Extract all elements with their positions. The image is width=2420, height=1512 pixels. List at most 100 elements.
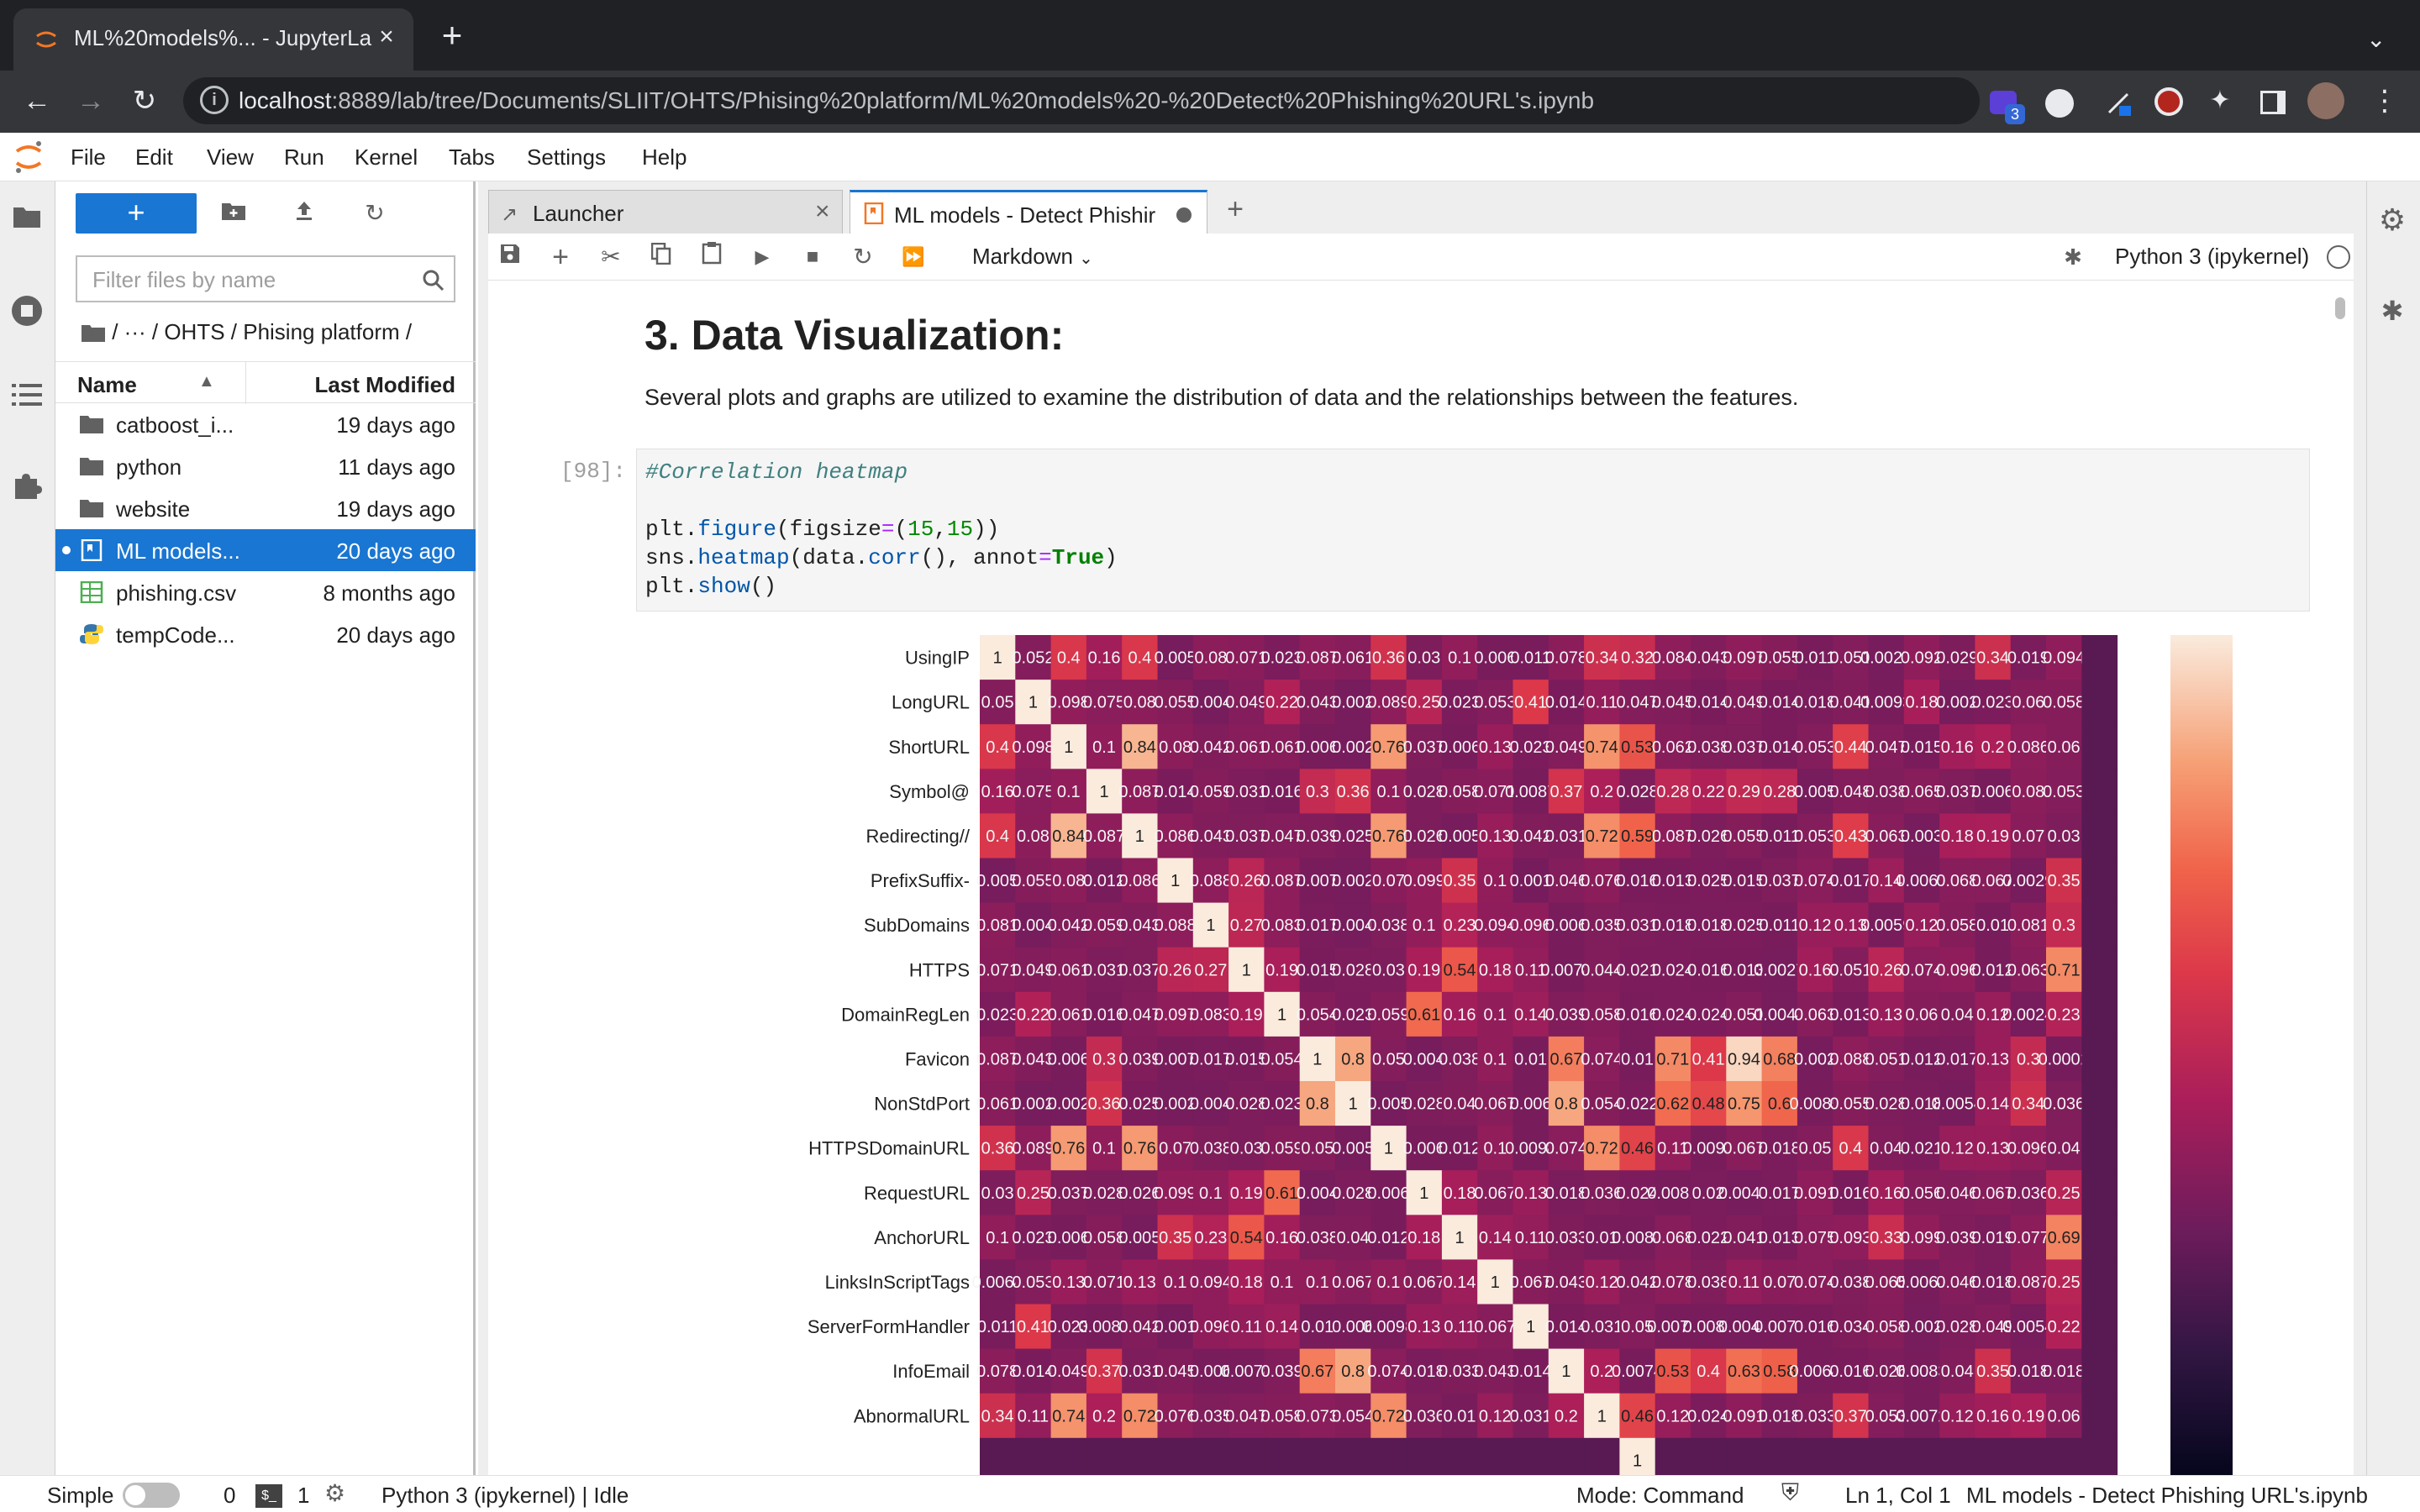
column-name-header[interactable]: Name: [77, 372, 137, 398]
property-inspector-gear-icon[interactable]: ⚙: [2375, 203, 2409, 237]
heatmap-cell: [1797, 1437, 1833, 1475]
heatmap-cell-value: 0.037: [1118, 961, 1160, 979]
refresh-icon[interactable]: ↻: [358, 197, 392, 230]
heatmap-cell-value: 0.59: [1621, 827, 1654, 846]
menu-view[interactable]: View: [207, 144, 254, 171]
heatmap-cell-value: 0.1: [1483, 872, 1507, 890]
upload-icon[interactable]: [287, 197, 321, 230]
forward-arrow-icon[interactable]: →: [71, 81, 111, 121]
heatmap-row-label: PrefixSuffix-: [871, 870, 970, 891]
save-icon[interactable]: [493, 240, 527, 274]
side-panel-icon[interactable]: [2260, 91, 2286, 114]
file-row-selected[interactable]: ML models... 20 days ago: [55, 529, 476, 571]
heatmap-cell-value: 0.46: [1621, 1407, 1654, 1425]
debugger-bug-icon[interactable]: ✱: [2056, 240, 2090, 274]
heatmap-cell-value: 0.023: [976, 1005, 1018, 1024]
cursor-position[interactable]: Ln 1, Col 1: [1845, 1483, 1951, 1509]
heatmap-cell: [1868, 1437, 1905, 1475]
paste-icon[interactable]: [695, 240, 729, 274]
heatmap-cell-value: 0.067: [1474, 1318, 1516, 1336]
extension-record-icon[interactable]: [2154, 87, 2183, 116]
folder-icon[interactable]: [10, 203, 44, 237]
scrollbar-thumb[interactable]: [2335, 297, 2345, 319]
shield-icon[interactable]: ⛨: [1781, 1479, 1799, 1507]
menu-run[interactable]: Run: [284, 144, 324, 171]
new-launcher-button[interactable]: +: [76, 193, 197, 234]
sort-ascending-icon[interactable]: ▲: [198, 372, 215, 391]
breadcrumb[interactable]: / ··· / OHTS / Phising platform /: [81, 319, 412, 345]
code-cell-editor[interactable]: #Correlation heatmap plt.figure(figsize=…: [636, 449, 2310, 612]
back-arrow-icon[interactable]: ←: [17, 81, 57, 121]
heatmap-cell-value: 0.049: [1048, 1362, 1090, 1381]
tab-launcher[interactable]: ↗ Launcher ×: [488, 190, 843, 234]
tab-search-chevron-icon[interactable]: ⌄: [2366, 25, 2386, 53]
tab-notebook[interactable]: ML models - Detect Phishir: [850, 190, 1207, 234]
heatmap-cell-value: 0.025: [1332, 827, 1374, 846]
extensions-puzzle-icon[interactable]: ✦: [2200, 81, 2240, 121]
extension-pen-icon[interactable]: [2104, 87, 2134, 118]
file-row[interactable]: website 19 days ago: [55, 487, 476, 529]
insert-cell-icon[interactable]: +: [544, 240, 577, 274]
file-row[interactable]: phishing.csv 8 months ago: [55, 571, 476, 613]
column-modified-header[interactable]: Last Modified: [314, 372, 455, 398]
code-text[interactable]: #Correlation heatmap plt.figure(figsize=…: [645, 458, 1118, 601]
reload-icon[interactable]: ↻: [124, 81, 165, 121]
heatmap-cell-value: 0.052: [1012, 649, 1054, 668]
heatmap-cell-value: 0.03: [2048, 827, 2081, 846]
file-browser-panel: + ↻ / ··· / OHTS / Phising platform / Na…: [55, 181, 476, 1475]
kernels-count[interactable]: 1: [297, 1483, 309, 1509]
site-info-icon[interactable]: i: [200, 86, 229, 114]
python-icon: [80, 624, 103, 644]
table-of-contents-icon[interactable]: [10, 381, 44, 415]
breadcrumb-path[interactable]: / ··· / OHTS / Phising platform /: [112, 319, 412, 344]
file-row[interactable]: catboost_i... 19 days ago: [55, 403, 476, 445]
terminal-icon[interactable]: $_: [255, 1484, 282, 1508]
running-sessions-icon[interactable]: [10, 294, 44, 328]
heatmap-cell-value: 0.08: [2012, 783, 2044, 801]
stop-icon[interactable]: ■: [796, 240, 829, 274]
menu-file[interactable]: File: [71, 144, 106, 171]
kebab-menu-icon[interactable]: ⋮: [2365, 81, 2405, 121]
new-folder-icon[interactable]: [217, 197, 250, 230]
unsaved-dot-icon[interactable]: [1176, 207, 1192, 223]
add-tab-button[interactable]: +: [1218, 192, 1253, 228]
cut-icon[interactable]: ✂: [594, 240, 628, 274]
menu-help[interactable]: Help: [642, 144, 687, 171]
file-row[interactable]: tempCode... 20 days ago: [55, 613, 476, 655]
heatmap-cell-value: 0.76: [1372, 827, 1405, 846]
heatmap-cell-value: 0.05: [981, 694, 1014, 712]
restart-kernel-icon[interactable]: ↻: [846, 240, 880, 274]
simple-mode-toggle[interactable]: [123, 1483, 180, 1508]
heatmap-cell: [2081, 813, 2118, 858]
run-icon[interactable]: ▶: [745, 240, 779, 274]
heatmap-cell-value: 0.16: [1976, 1407, 2009, 1425]
filter-files-field[interactable]: [76, 255, 455, 302]
menu-edit[interactable]: Edit: [135, 144, 173, 171]
restart-run-all-icon[interactable]: ⏩: [897, 240, 930, 274]
menu-tabs[interactable]: Tabs: [449, 144, 495, 171]
menu-settings[interactable]: Settings: [527, 144, 606, 171]
close-tab-icon[interactable]: ×: [370, 20, 403, 54]
cell-type-dropdown[interactable]: Markdown ⌄: [972, 244, 1093, 270]
filter-files-input[interactable]: [92, 267, 412, 293]
debugger-bug-icon[interactable]: ✱: [2375, 294, 2409, 328]
heatmap-cell-value: 0.051: [1829, 961, 1871, 979]
kernel-chip-icon[interactable]: ⚙: [324, 1479, 345, 1507]
file-row[interactable]: python 11 days ago: [55, 445, 476, 487]
notebook-panel[interactable]: 3. Data Visualization: Several plots and…: [488, 281, 2354, 1475]
extension-owl-icon[interactable]: [2045, 89, 2074, 118]
home-folder-icon[interactable]: [81, 323, 106, 343]
address-bar[interactable]: i localhost:8889/lab/tree/Documents/SLII…: [183, 77, 1980, 124]
kernel-name[interactable]: Python 3 (ipykernel): [2115, 244, 2309, 270]
heatmap-cell-value: 0.37: [1549, 783, 1582, 801]
profile-avatar[interactable]: [2307, 82, 2344, 119]
copy-icon[interactable]: [644, 240, 678, 274]
kernel-status-text[interactable]: Python 3 (ipykernel) | Idle: [381, 1483, 629, 1509]
terminals-count[interactable]: 0: [224, 1483, 235, 1509]
extension-manager-puzzle-icon[interactable]: [10, 470, 44, 504]
url-text[interactable]: localhost:8889/lab/tree/Documents/SLIIT/…: [239, 87, 1594, 114]
new-tab-button[interactable]: +: [434, 18, 471, 55]
close-tab-icon[interactable]: ×: [815, 197, 830, 226]
menu-kernel[interactable]: Kernel: [355, 144, 418, 171]
browser-tab[interactable]: ML%20models%... - JupyterLa ×: [13, 8, 413, 71]
